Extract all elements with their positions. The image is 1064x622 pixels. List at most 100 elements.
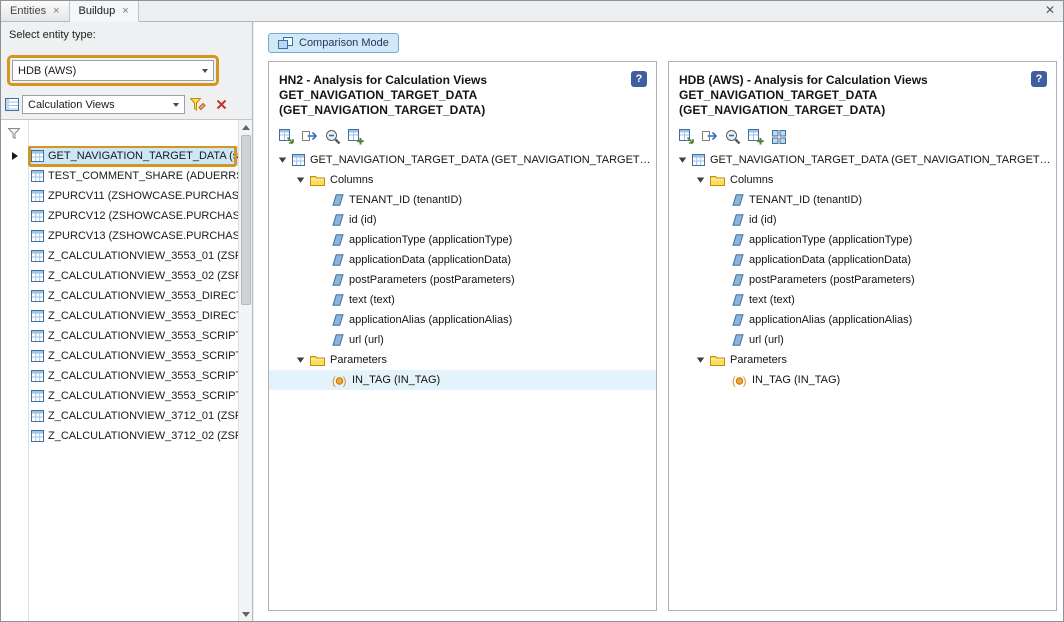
entity-list-item[interactable]: Z_CALCULATIONVIEW_3712_01 (ZSF (1, 406, 238, 426)
filter-edit-icon[interactable] (188, 95, 208, 114)
svg-text:): ) (343, 375, 347, 387)
calculation-view-icon (31, 230, 44, 242)
tree-item[interactable]: id (id) (669, 210, 1056, 230)
zoom-out-icon[interactable] (325, 129, 341, 145)
entity-list-item[interactable]: GET_NAVIGATION_TARGET_DATA (s (1, 146, 238, 166)
close-icon[interactable]: × (122, 6, 128, 17)
entity-list-item[interactable]: Z_CALCULATIONVIEW_3553_SCRIPT (1, 326, 238, 346)
export-data-icon[interactable] (279, 129, 295, 145)
column-icon (332, 254, 344, 266)
entity-list-item[interactable]: Z_CALCULATIONVIEW_3553_DIRECT (1, 286, 238, 306)
copy-data-icon[interactable] (302, 129, 318, 145)
entity-label: ZPURCV13 (ZSHOWCASE.PURCHASIN (48, 230, 238, 242)
tree-folder-parameters[interactable]: Parameters (269, 350, 656, 370)
entity-list-item[interactable]: Z_CALCULATIONVIEW_3553_SCRIPT (1, 386, 238, 406)
tree-node-label: applicationType (applicationType) (349, 234, 512, 246)
tree-folder-columns[interactable]: Columns (669, 170, 1056, 190)
entity-list-item[interactable]: Z_CALCULATIONVIEW_3553_01 (ZSF (1, 246, 238, 266)
add-table-icon[interactable] (348, 129, 364, 145)
help-icon[interactable]: ? (1031, 71, 1047, 87)
tree-item[interactable]: ()IN_TAG (IN_TAG) (269, 370, 656, 390)
tree-item[interactable]: url (url) (269, 330, 656, 350)
tree-node-label: TENANT_ID (tenantID) (349, 194, 462, 206)
tree-item[interactable]: postParameters (postParameters) (669, 270, 1056, 290)
folder-icon (710, 174, 725, 186)
funnel-icon (8, 128, 20, 139)
tree-root-node[interactable]: GET_NAVIGATION_TARGET_DATA (GET_NAVIGATI… (669, 150, 1056, 170)
entity-list-item[interactable]: Z_CALCULATIONVIEW_3553_02 (ZSF (1, 266, 238, 286)
entity-list-item[interactable]: ZPURCV11 (ZSHOWCASE.PURCHASIN (1, 186, 238, 206)
tab-label: Entities (10, 5, 46, 17)
entity-label: Z_CALCULATIONVIEW_3553_DIRECT (48, 290, 238, 302)
expand-arrow-icon[interactable] (296, 176, 305, 184)
entity-label: Z_CALCULATIONVIEW_3553_SCRIPT (48, 330, 238, 342)
column-icon (732, 274, 744, 286)
tree-root-node[interactable]: GET_NAVIGATION_TARGET_DATA (GET_NAVIGATI… (269, 150, 656, 170)
filter-row[interactable] (1, 120, 252, 146)
tab-bar: Entities × Buildup × ✕ (1, 1, 1063, 22)
tab-entities[interactable]: Entities × (1, 1, 70, 21)
column-icon (732, 334, 744, 346)
left-comparison-panel: ? HN2 - Analysis for Calculation Views G… (268, 61, 657, 611)
tree-node-label: text (text) (749, 294, 795, 306)
tab-buildup[interactable]: Buildup × (70, 1, 139, 22)
tree-item[interactable]: applicationAlias (applicationAlias) (269, 310, 656, 330)
tree-item[interactable]: text (text) (269, 290, 656, 310)
tree-item[interactable]: applicationAlias (applicationAlias) (669, 310, 1056, 330)
tree-item[interactable]: ()IN_TAG (IN_TAG) (669, 370, 1056, 390)
comparison-mode-button[interactable]: Comparison Mode (268, 33, 399, 53)
clear-filter-icon[interactable] (211, 95, 231, 114)
copy-data-icon[interactable] (702, 129, 718, 145)
calculation-view-icon (31, 430, 44, 442)
entity-list-item[interactable]: TEST_COMMENT_SHARE (ADUERRST (1, 166, 238, 186)
tree-item[interactable]: applicationType (applicationType) (669, 230, 1056, 250)
expand-arrow-icon[interactable] (678, 156, 687, 164)
scroll-up-icon[interactable] (239, 120, 252, 134)
tree-node-label: applicationData (applicationData) (749, 254, 911, 266)
tree-item[interactable]: postParameters (postParameters) (269, 270, 656, 290)
column-icon (332, 214, 344, 226)
right-comparison-panel: ? HDB (AWS) - Analysis for Calculation V… (668, 61, 1057, 611)
tree-item[interactable]: applicationData (applicationData) (669, 250, 1056, 270)
scrollbar[interactable] (238, 120, 252, 621)
entity-list-item[interactable]: Z_CALCULATIONVIEW_3553_DIRECT (1, 306, 238, 326)
calculation-view-icon (31, 370, 44, 382)
close-icon[interactable]: × (53, 6, 59, 17)
folder-icon (710, 354, 725, 366)
expand-arrow-icon[interactable] (278, 156, 287, 164)
dropdown-value: Calculation Views (28, 99, 115, 111)
expand-arrow-icon[interactable] (296, 356, 305, 364)
tree-item[interactable]: id (id) (269, 210, 656, 230)
scrollbar-thumb[interactable] (241, 135, 251, 305)
list-icon (5, 98, 19, 111)
tree-item[interactable]: url (url) (669, 330, 1056, 350)
scroll-down-icon[interactable] (239, 607, 252, 621)
tree-item[interactable]: TENANT_ID (tenantID) (669, 190, 1056, 210)
export-data-icon[interactable] (679, 129, 695, 145)
entity-list-item[interactable]: Z_CALCULATIONVIEW_3712_02 (ZSF (1, 426, 238, 446)
entity-list-item[interactable]: ZPURCV13 (ZSHOWCASE.PURCHASIN (1, 226, 238, 246)
app-window: Entities × Buildup × ✕ Select entity typ… (0, 0, 1064, 622)
view-type-dropdown[interactable]: Calculation Views (22, 95, 185, 114)
entity-list-item[interactable]: Z_CALCULATIONVIEW_3553_SCRIPT (1, 366, 238, 386)
expand-arrow-icon[interactable] (696, 176, 705, 184)
expand-arrow-icon[interactable] (696, 356, 705, 364)
tree-item[interactable]: TENANT_ID (tenantID) (269, 190, 656, 210)
tree-item[interactable]: applicationType (applicationType) (269, 230, 656, 250)
zoom-out-icon[interactable] (725, 129, 741, 145)
tree-folder-parameters[interactable]: Parameters (669, 350, 1056, 370)
help-icon[interactable]: ? (631, 71, 647, 87)
tree-item[interactable]: applicationData (applicationData) (269, 250, 656, 270)
grid-view-icon[interactable] (771, 129, 787, 145)
tree-folder-columns[interactable]: Columns (269, 170, 656, 190)
tree-item[interactable]: text (text) (669, 290, 1056, 310)
calculation-view-icon (292, 154, 305, 166)
tree-node-label: applicationType (applicationType) (749, 234, 912, 246)
calculation-view-icon (31, 290, 44, 302)
close-icon[interactable]: ✕ (1045, 4, 1055, 16)
entity-list-item[interactable]: Z_CALCULATIONVIEW_3553_SCRIPT (1, 346, 238, 366)
add-table-icon[interactable] (748, 129, 764, 145)
entity-list-item[interactable]: ZPURCV12 (ZSHOWCASE.PURCHASIN (1, 206, 238, 226)
entity-type-dropdown[interactable]: HDB (AWS) (12, 60, 214, 81)
column-icon (332, 274, 344, 286)
